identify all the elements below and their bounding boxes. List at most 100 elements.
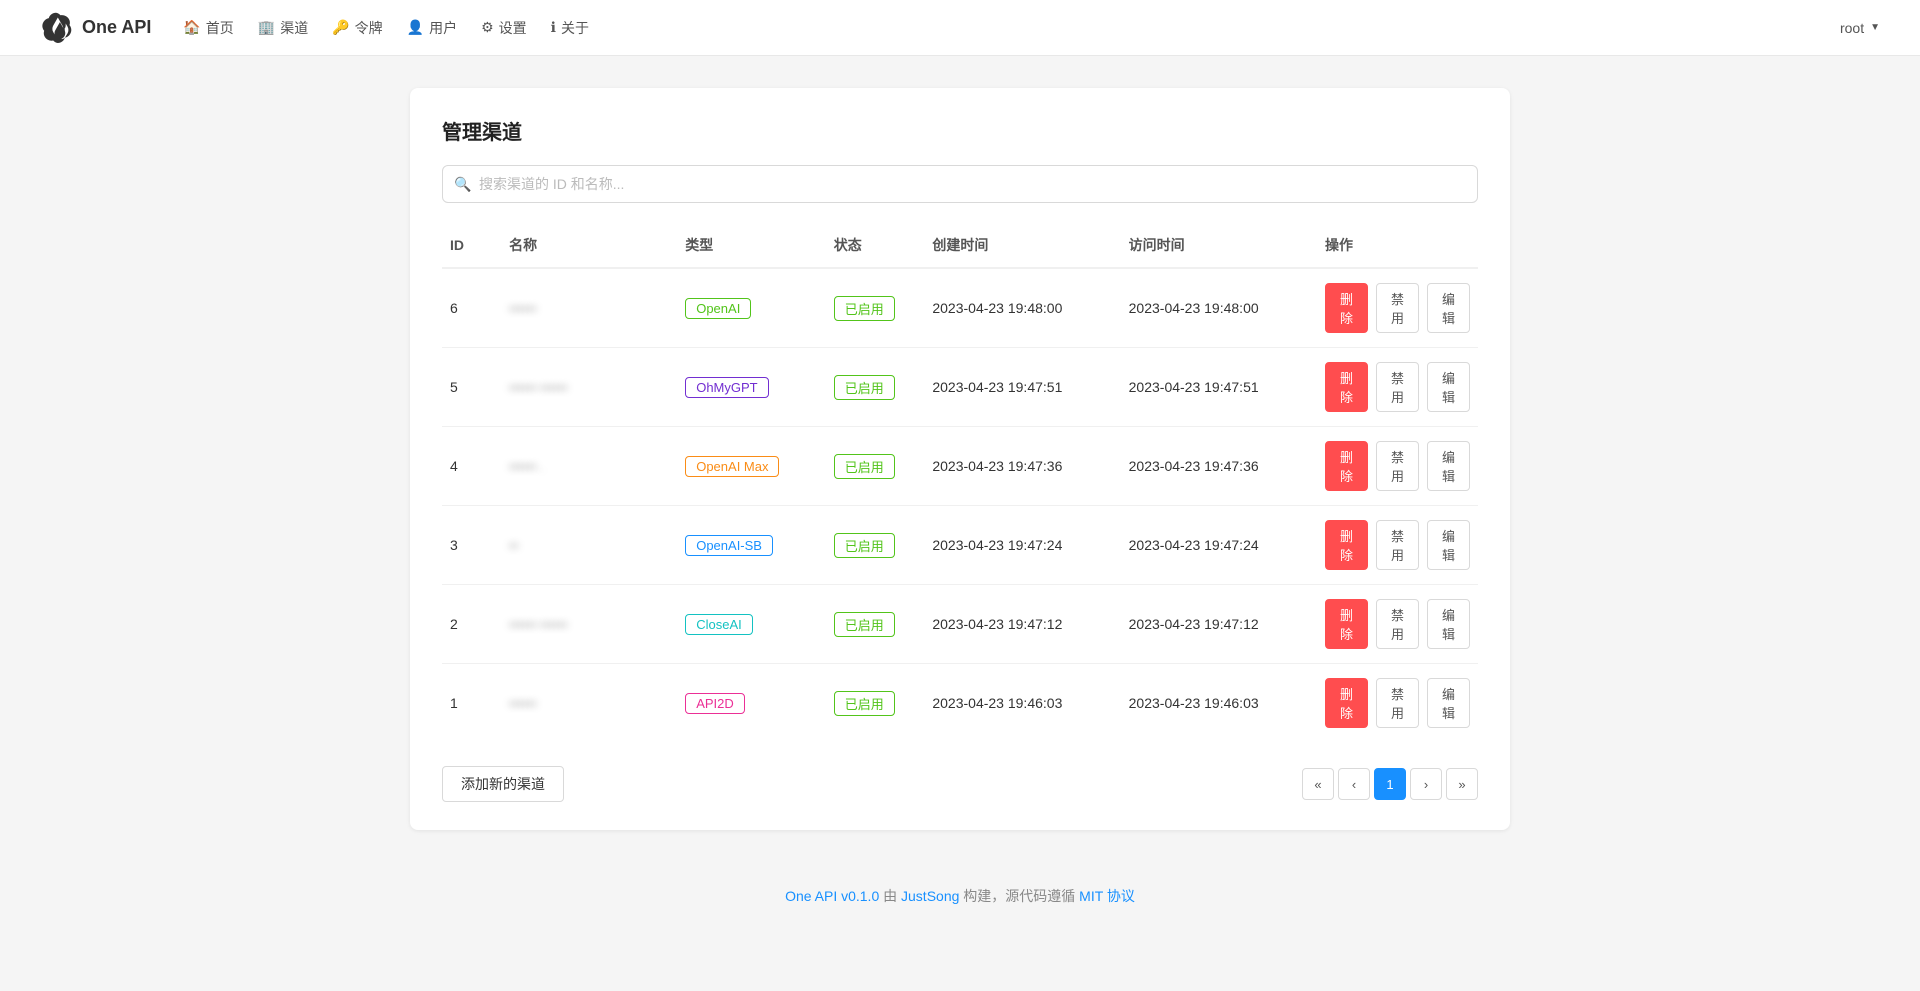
disable-button[interactable]: 禁用 xyxy=(1376,599,1419,649)
type-badge: CloseAI xyxy=(685,614,753,635)
col-id: ID xyxy=(442,223,501,268)
cell-actions: 删除禁用编辑 xyxy=(1317,585,1478,664)
nav-item-channel[interactable]: 🏢 渠道 xyxy=(258,18,308,38)
action-buttons: 删除禁用编辑 xyxy=(1325,283,1470,333)
pagination-prev[interactable]: ‹ xyxy=(1338,768,1370,800)
current-user: root xyxy=(1840,20,1864,36)
delete-button[interactable]: 删除 xyxy=(1325,441,1368,491)
table-row: 1••••••API2D已启用2023-04-23 19:46:032023-0… xyxy=(442,664,1478,743)
cell-status: 已启用 xyxy=(826,664,925,743)
nav-item-settings[interactable]: ⚙ 设置 xyxy=(481,18,527,38)
cell-actions: 删除禁用编辑 xyxy=(1317,506,1478,585)
nav-item-token[interactable]: 🔑 令牌 xyxy=(332,18,382,38)
status-badge: 已启用 xyxy=(834,454,895,479)
nav-user-label: 用户 xyxy=(429,18,457,38)
brand-name: One API xyxy=(82,17,151,38)
pagination-first[interactable]: « xyxy=(1302,768,1334,800)
pagination-current[interactable]: 1 xyxy=(1374,768,1406,800)
status-badge: 已启用 xyxy=(834,296,895,321)
disable-button[interactable]: 禁用 xyxy=(1376,520,1419,570)
delete-button[interactable]: 删除 xyxy=(1325,283,1368,333)
col-create-time: 创建时间 xyxy=(924,223,1120,268)
pagination-next[interactable]: › xyxy=(1410,768,1442,800)
cell-access-time: 2023-04-23 19:47:24 xyxy=(1121,506,1317,585)
table-header-row: ID 名称 类型 状态 创建时间 访问时间 操作 xyxy=(442,223,1478,268)
cell-type: OpenAI-SB xyxy=(677,506,826,585)
col-access-time: 访问时间 xyxy=(1121,223,1317,268)
cell-type: OpenAI xyxy=(677,268,826,348)
cell-access-time: 2023-04-23 19:47:36 xyxy=(1121,427,1317,506)
table-footer: 添加新的渠道 « ‹ 1 › » xyxy=(442,766,1478,802)
nav-settings-label: 设置 xyxy=(499,18,527,38)
search-wrapper: 🔍 xyxy=(442,165,1478,203)
col-type: 类型 xyxy=(677,223,826,268)
license-link[interactable]: MIT 协议 xyxy=(1079,888,1135,904)
channel-icon: 🏢 xyxy=(258,19,275,36)
cell-name: •••••• •••••• xyxy=(501,348,677,427)
cell-name: •••••• •••••• xyxy=(501,585,677,664)
delete-button[interactable]: 删除 xyxy=(1325,520,1368,570)
author-link[interactable]: JustSong xyxy=(901,888,959,904)
navbar: One API 🏠 首页 🏢 渠道 🔑 令牌 xyxy=(0,0,1920,56)
disable-button[interactable]: 禁用 xyxy=(1376,678,1419,728)
table-row: 3••OpenAI-SB已启用2023-04-23 19:47:242023-0… xyxy=(442,506,1478,585)
nav-item-home[interactable]: 🏠 首页 xyxy=(183,18,233,38)
cell-access-time: 2023-04-23 19:48:00 xyxy=(1121,268,1317,348)
edit-button[interactable]: 编辑 xyxy=(1427,520,1470,570)
table-body: 6••••••OpenAI 已启用 2023-04-23 19:48:00 2023-… xyxy=(442,268,1478,742)
table-row: 5•••••• ••••••OhMyGPT已启用2023-04-23 19:47… xyxy=(442,348,1478,427)
nav-token-label: 令牌 xyxy=(355,18,383,38)
version-link[interactable]: One API v0.1.0 xyxy=(785,888,879,904)
cell-id: 1 xyxy=(442,664,501,743)
nav-item-user[interactable]: 👤 用户 xyxy=(407,18,457,38)
cell-id: 6 xyxy=(442,268,501,348)
cell-actions: 删除禁用编辑 xyxy=(1317,268,1478,348)
edit-button[interactable]: 编辑 xyxy=(1427,362,1470,412)
nav-home-label: 首页 xyxy=(206,18,234,38)
type-badge: OpenAI Max xyxy=(685,456,779,477)
delete-button[interactable]: 删除 xyxy=(1325,678,1368,728)
disable-button[interactable]: 禁用 xyxy=(1376,362,1419,412)
cell-id: 4 xyxy=(442,427,501,506)
brand-logo-icon xyxy=(40,12,72,44)
cell-type: OhMyGPT xyxy=(677,348,826,427)
status-badge: 已启用 xyxy=(834,533,895,558)
action-buttons: 删除禁用编辑 xyxy=(1325,441,1470,491)
edit-button[interactable]: 编辑 xyxy=(1427,283,1470,333)
nav-links: 🏠 首页 🏢 渠道 🔑 令牌 👤 用户 xyxy=(183,18,589,38)
edit-button[interactable]: 编辑 xyxy=(1427,678,1470,728)
cell-create-time: 2023-04-23 19:46:03 xyxy=(924,664,1120,743)
col-status: 状态 xyxy=(826,223,925,268)
cell-id: 2 xyxy=(442,585,501,664)
disable-button[interactable]: 禁用 xyxy=(1376,441,1419,491)
nav-about-label: 关于 xyxy=(561,18,589,38)
pagination-last[interactable]: » xyxy=(1446,768,1478,800)
type-badge: OpenAI-SB xyxy=(685,535,773,556)
edit-button[interactable]: 编辑 xyxy=(1427,441,1470,491)
brand-logo-link[interactable]: One API xyxy=(40,12,151,44)
delete-button[interactable]: 删除 xyxy=(1325,599,1368,649)
cell-type: OpenAI Max xyxy=(677,427,826,506)
search-input[interactable] xyxy=(442,165,1478,203)
disable-button[interactable]: 禁用 xyxy=(1376,283,1419,333)
cell-status: 已启用 xyxy=(826,427,925,506)
cell-status: 已启用 xyxy=(826,268,925,348)
navbar-left: One API 🏠 首页 🏢 渠道 🔑 令牌 xyxy=(40,12,589,44)
edit-button[interactable]: 编辑 xyxy=(1427,599,1470,649)
cell-create-time: 2023-04-23 19:47:12 xyxy=(924,585,1120,664)
page-title: 管理渠道 xyxy=(442,116,1478,145)
channels-table: ID 名称 类型 状态 创建时间 访问时间 操作 6••••••OpenAI 已启… xyxy=(442,223,1478,742)
status-badge: 已启用 xyxy=(834,375,895,400)
action-buttons: 删除禁用编辑 xyxy=(1325,599,1470,649)
pagination: « ‹ 1 › » xyxy=(1302,768,1478,800)
home-icon: 🏠 xyxy=(183,19,200,36)
nav-item-about[interactable]: ℹ 关于 xyxy=(551,18,589,38)
cell-type: API2D xyxy=(677,664,826,743)
add-channel-button[interactable]: 添加新的渠道 xyxy=(442,766,564,802)
delete-button[interactable]: 删除 xyxy=(1325,362,1368,412)
nav-channel-label: 渠道 xyxy=(280,18,308,38)
cell-access-time: 2023-04-23 19:47:12 xyxy=(1121,585,1317,664)
cell-name: •••••• xyxy=(501,268,677,348)
user-menu[interactable]: root ▼ xyxy=(1840,20,1880,36)
action-buttons: 删除禁用编辑 xyxy=(1325,520,1470,570)
